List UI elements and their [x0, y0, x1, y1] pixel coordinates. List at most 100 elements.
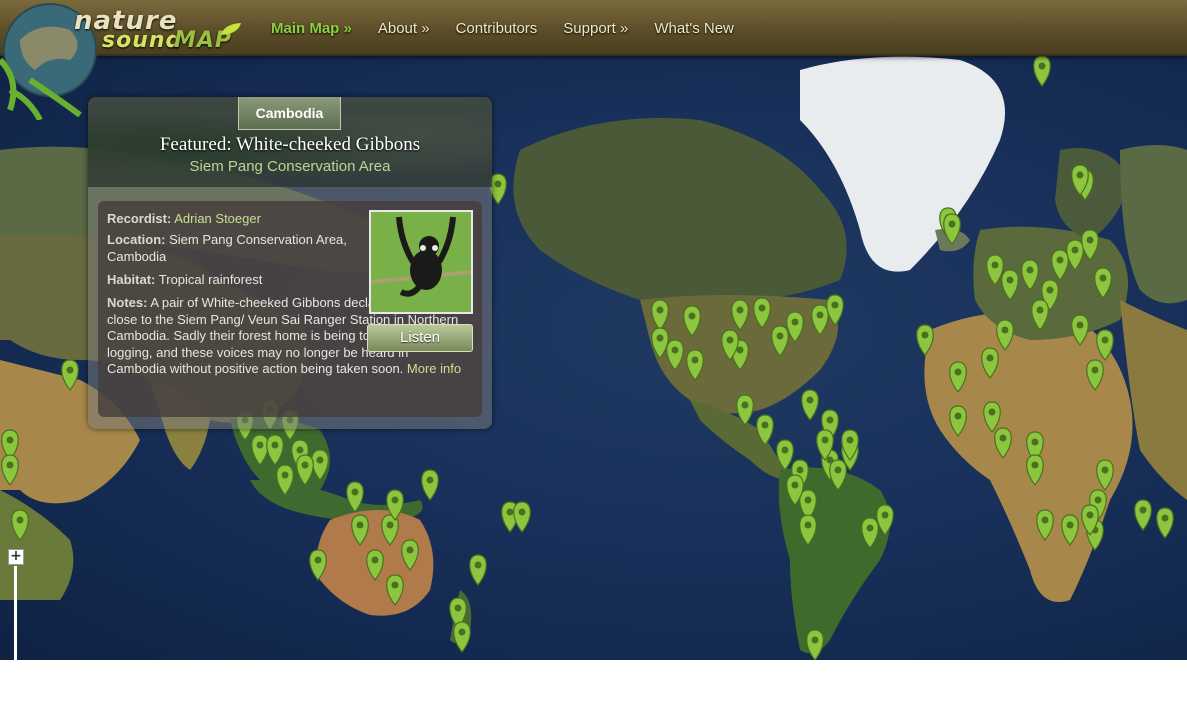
map-marker-hole-west-africa-edge-2 — [6, 461, 14, 469]
map-marker-south-asia-2[interactable] — [1156, 507, 1174, 539]
listen-button[interactable]: Listen — [367, 324, 473, 352]
map-marker-hole-scandinavia-1 — [1038, 62, 1046, 70]
map-marker-south-asia-1[interactable] — [1134, 499, 1152, 531]
map-marker-hole-west-africa-edge-3 — [66, 366, 74, 374]
map-marker-hole-north-america-8 — [816, 311, 824, 319]
map-marker-hole-central-america-3 — [781, 446, 789, 454]
leaf-icon — [221, 23, 241, 35]
map-marker-hole-north-america-7 — [791, 318, 799, 326]
habitat-row: Habitat: Tropical rainforest — [107, 272, 263, 287]
map-marker-hole-north-america-13 — [656, 334, 664, 342]
map-marker-hole-europe-7 — [1056, 256, 1064, 264]
logo-word-sound: sound — [102, 28, 183, 53]
map-marker-hole-north-america-1 — [494, 180, 502, 188]
map-marker-hole-australia-6 — [391, 581, 399, 589]
map-marker-hole-australia-4 — [391, 496, 399, 504]
map-marker-hole-south-asia-2 — [1161, 514, 1169, 522]
land-scandinavia — [1055, 148, 1130, 240]
gibbon-photo[interactable] — [369, 210, 473, 314]
map-marker-hole-southeast-asia-2 — [271, 441, 279, 449]
map-marker-hole-north-america-11 — [671, 346, 679, 354]
main-nav: Main Map » About » Contributors Support … — [258, 0, 747, 56]
page: Main Map » About » Contributors Support … — [0, 0, 1187, 707]
location-row: Location: Siem Pang Conservation Area, C… — [107, 232, 347, 264]
map-marker-hole-europe-8 — [1071, 246, 1079, 254]
nav-whats-new[interactable]: What's New — [641, 20, 747, 37]
nav-main-map[interactable]: Main Map » — [258, 20, 365, 37]
map-marker-hole-south-america-7 — [866, 524, 874, 532]
map-marker-hole-southeast-asia-6 — [301, 461, 309, 469]
map-marker-hole-north-america-12 — [691, 356, 699, 364]
map-marker-hole-southeast-asia-1 — [256, 441, 264, 449]
land-north-america-north — [513, 118, 847, 305]
map-marker-hole-europe-4 — [1046, 286, 1054, 294]
recordist-link[interactable]: Adrian Stoeger — [174, 211, 261, 226]
country-tab[interactable]: Cambodia — [238, 97, 341, 130]
zoom-in-button[interactable]: + — [8, 549, 24, 565]
nav-support[interactable]: Support » — [550, 20, 641, 37]
map-marker-hole-pacific-2 — [518, 508, 526, 516]
map-marker-hole-greenland-iceland-3 — [1076, 171, 1084, 179]
map-marker-hole-australia-3 — [386, 521, 394, 529]
recordist-row: Recordist: Adrian Stoeger — [107, 211, 261, 226]
map-marker-hole-north-america-6 — [776, 332, 784, 340]
more-info-link[interactable]: More info — [407, 361, 461, 376]
map-marker-hole-central-america-1 — [741, 401, 749, 409]
map-marker-hole-middle-east-1 — [921, 331, 929, 339]
map-marker-hole-south-america-5 — [804, 496, 812, 504]
map-marker-hole-north-america-3 — [688, 312, 696, 320]
map-marker-hole-south-america-9 — [811, 636, 819, 644]
nav-about[interactable]: About » — [365, 20, 443, 37]
map-marker-hole-north-america-9 — [831, 301, 839, 309]
nav-contributors[interactable]: Contributors — [443, 20, 551, 37]
map-marker-hole-north-america-4 — [736, 306, 744, 314]
map-marker-pacific-2[interactable] — [513, 501, 531, 533]
map-marker-hole-africa-7 — [1066, 521, 1074, 529]
map-marker-hole-australia-5 — [371, 556, 379, 564]
map-marker-hole-africa-6 — [1041, 516, 1049, 524]
map-marker-south-america-9[interactable] — [806, 629, 824, 660]
land-africa-left-south — [0, 490, 74, 600]
land-asia-right — [1120, 300, 1187, 500]
map-marker-hole-west-africa-edge-1 — [6, 436, 14, 444]
map-marker-hole-west-africa-edge-4 — [16, 516, 24, 524]
featured-recording-panel: Featured: White-cheeked Gibbons Siem Pan… — [88, 97, 492, 429]
map-marker-new-zealand-3[interactable] — [469, 554, 487, 586]
map-marker-hole-new-zealand-3 — [474, 561, 482, 569]
map-marker-hole-africa-1 — [954, 412, 962, 420]
map-marker-hole-new-zealand-2 — [458, 628, 466, 636]
map-marker-hole-europe-6 — [1076, 321, 1084, 329]
map-marker-new-zealand-2[interactable] — [453, 621, 471, 653]
map-marker-hole-central-america-4 — [806, 396, 814, 404]
map-marker-hole-southeast-asia-4 — [316, 456, 324, 464]
gibbon-image — [371, 212, 471, 312]
map-marker-hole-africa-5 — [1031, 461, 1039, 469]
zoom-slider-track[interactable] — [14, 566, 17, 660]
map-marker-hole-middle-east-3 — [986, 354, 994, 362]
map-marker-scandinavia-1[interactable] — [1033, 55, 1051, 87]
map-marker-hole-new-zealand-1 — [454, 604, 462, 612]
map-marker-north-america-1[interactable] — [489, 173, 507, 205]
map-marker-new-zealand-4[interactable] — [421, 469, 439, 501]
map-marker-hole-middle-east-4 — [1001, 326, 1009, 334]
map-marker-hole-africa-9 — [1101, 466, 1109, 474]
map-marker-hole-middle-east-6 — [1101, 336, 1109, 344]
map-marker-hole-north-america-2 — [656, 306, 664, 314]
map-marker-hole-south-america-4 — [834, 466, 842, 474]
map-marker-hole-australia-2 — [356, 521, 364, 529]
map-marker-hole-africa-2 — [988, 408, 996, 416]
map-marker-hole-new-zealand-4 — [426, 476, 434, 484]
map-marker-hole-europe-1 — [991, 261, 999, 269]
land-russia-right — [1120, 145, 1187, 304]
map-marker-hole-australia-1 — [351, 488, 359, 496]
map-marker-hole-greenland-iceland-2 — [948, 220, 956, 228]
featured-subtitle: Siem Pang Conservation Area — [189, 158, 391, 175]
map-marker-hole-europe-3 — [1026, 266, 1034, 274]
map-marker-hole-south-america-1 — [796, 466, 804, 474]
map-marker-hole-central-america-5 — [826, 416, 834, 424]
map-marker-hole-africa-3 — [999, 434, 1007, 442]
map-marker-central-america-4[interactable] — [801, 389, 819, 421]
map-marker-hole-pacific-1 — [506, 508, 514, 516]
map-marker-hole-south-america-11 — [791, 481, 799, 489]
map-marker-hole-south-asia-3 — [1094, 496, 1102, 504]
